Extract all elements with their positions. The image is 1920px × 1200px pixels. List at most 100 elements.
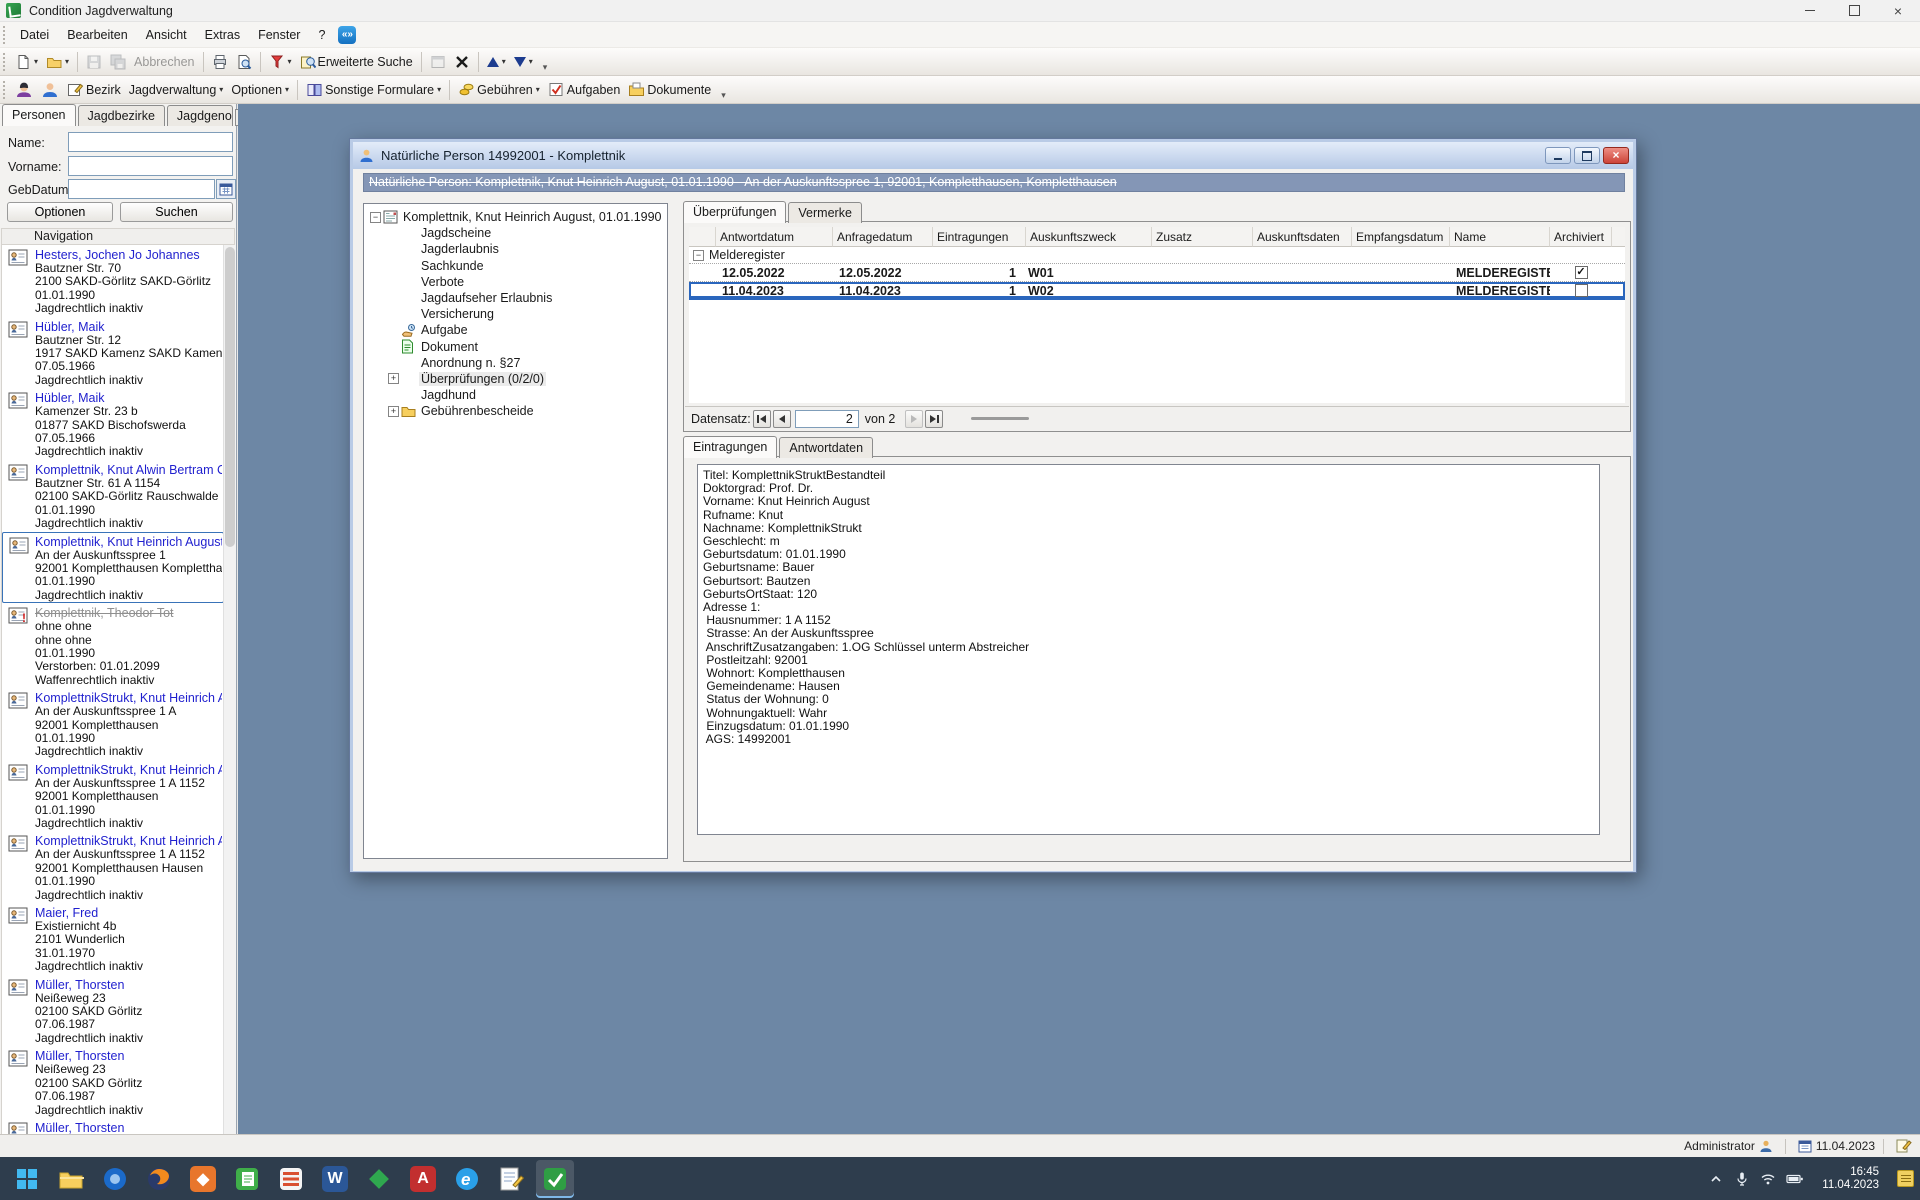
taskbar-clock[interactable]: 16:45 11.04.2023 <box>1822 1166 1879 1192</box>
tree-item[interactable]: Jagdhund <box>364 387 667 403</box>
taskbar-app-internet-explorer[interactable]: e <box>448 1160 486 1198</box>
taskbar-app-acrobat[interactable]: A <box>404 1160 442 1198</box>
menu-datei[interactable]: Datei <box>11 24 58 46</box>
record-slider[interactable] <box>971 417 1029 420</box>
expand-icon[interactable]: + <box>388 406 399 417</box>
person-list-item[interactable]: Hesters, Jochen Jo JohannesBautzner Str.… <box>2 245 224 317</box>
network-icon[interactable] <box>1760 1171 1776 1187</box>
navigate-up-button[interactable]: ▾ <box>483 50 510 74</box>
abbrechen-button[interactable]: Abbrechen <box>130 50 198 74</box>
maximize-button[interactable] <box>1832 0 1876 22</box>
tree-root[interactable]: −Komplettnik, Knut Heinrich August, 01.0… <box>364 209 667 225</box>
person-list-item[interactable]: Müller, ThorstenNeißeweg 2302100 SAKD Gö… <box>2 975 224 1047</box>
dialog-maximize-button[interactable] <box>1574 147 1600 164</box>
taskbar-app-jagdverwaltung[interactable] <box>536 1160 574 1198</box>
menu-help[interactable]: ? <box>309 24 334 46</box>
person-list-scrollbar[interactable] <box>223 245 236 1134</box>
tree-item[interactable]: Dokument <box>364 339 667 355</box>
sonstige-formulare-button[interactable]: Sonstige Formulare ▾ <box>302 78 445 102</box>
teamviewer-icon[interactable]: «» <box>338 26 356 44</box>
person-list-item[interactable]: KomplettnikStrukt, Knut Heinrich AugustA… <box>2 760 224 832</box>
name-input[interactable] <box>68 132 233 152</box>
column-header[interactable]: Antwortdatum <box>716 227 833 247</box>
edit-note-icon[interactable] <box>1896 1138 1912 1154</box>
erweiterte-suche-button[interactable]: Erweiterte Suche <box>296 50 417 74</box>
next-record-button[interactable] <box>905 410 923 428</box>
delete-button[interactable] <box>450 50 474 74</box>
vorname-input[interactable] <box>68 156 233 176</box>
optionen-sidebar-button[interactable]: Optionen <box>7 202 113 222</box>
battery-icon[interactable] <box>1786 1171 1804 1187</box>
tree-item[interactable]: +Gebührenbescheide <box>364 403 667 419</box>
sidebar-tab-jagdbezirke[interactable]: Jagdbezirke <box>78 105 165 126</box>
column-header[interactable]: Archiviert <box>1550 227 1612 247</box>
record-number-field[interactable]: 2 <box>795 410 859 428</box>
person-list-item[interactable]: Maier, FredExistiernicht 4b2101 Wunderli… <box>2 903 224 975</box>
suchen-button[interactable]: Suchen <box>120 202 233 222</box>
tab-lower-0[interactable]: Eintragungen <box>683 436 777 458</box>
print-preview-button[interactable] <box>232 50 256 74</box>
tab-lower-1[interactable]: Antwortdaten <box>779 437 873 458</box>
person-list-item[interactable]: KomplettnikStrukt, Knut Heinrich AugustA… <box>2 688 224 760</box>
tab-upper-0[interactable]: Überprüfungen <box>683 201 786 223</box>
column-header[interactable]: Name <box>1450 227 1550 247</box>
first-record-button[interactable] <box>753 410 771 428</box>
tree-item[interactable]: Anordnung n. §27 <box>364 355 667 371</box>
taskbar-app-word[interactable]: W <box>316 1160 354 1198</box>
person-list-item[interactable]: Hübler, MaikKamenzer Str. 23 b01877 SAKD… <box>2 388 224 460</box>
start-button[interactable] <box>8 1160 46 1198</box>
sidebar-tab-personen[interactable]: Personen <box>2 104 76 126</box>
notification-icon[interactable] <box>1897 1170 1914 1187</box>
new-button[interactable]: ▾ <box>11 50 42 74</box>
expand-icon[interactable]: + <box>388 373 399 384</box>
taskbar-app-app-orange[interactable]: ◆ <box>184 1160 222 1198</box>
toolbar-overflow-icon[interactable]: ▾ <box>543 62 548 75</box>
save-button[interactable] <box>82 50 106 74</box>
taskbar-app-app-diamond[interactable] <box>360 1160 398 1198</box>
person-list-item[interactable]: KomplettnikStrukt, Knut Heinrich AugustA… <box>2 831 224 903</box>
dokumente-button[interactable]: Dokumente <box>624 78 715 102</box>
table-row[interactable]: 12.05.202212.05.20221W01MELDEREGISTER✓ <box>689 264 1625 282</box>
prev-record-button[interactable] <box>773 410 791 428</box>
tree-item[interactable]: Jagderlaubnis <box>364 241 667 257</box>
gebdatum-input[interactable] <box>68 179 215 199</box>
filter-button[interactable]: ▾ <box>265 50 296 74</box>
column-header[interactable]: Auskunftsdaten <box>1253 227 1352 247</box>
taskbar-app-firefox[interactable] <box>140 1160 178 1198</box>
calendar-button[interactable] <box>216 179 236 199</box>
tree-item[interactable]: Jagdaufseher Erlaubnis <box>364 290 667 306</box>
table-row[interactable]: 11.04.202311.04.20231W02MELDEREGISTER <box>689 282 1625 300</box>
table-group-row[interactable]: −Melderegister <box>689 247 1625 264</box>
menu-ansicht[interactable]: Ansicht <box>137 24 196 46</box>
dialog-close-button[interactable]: × <box>1603 147 1629 164</box>
tray-expand-icon[interactable] <box>1708 1171 1724 1187</box>
person-list-item[interactable]: Komplettnik, Knut Heinrich AugustAn der … <box>2 532 224 604</box>
person-button[interactable] <box>37 78 63 102</box>
close-button[interactable]: × <box>1876 0 1920 22</box>
person-list-item[interactable]: Müller, ThorstenNeißeweg 2302100 SAKD Gö… <box>2 1046 224 1118</box>
menu-extras[interactable]: Extras <box>196 24 249 46</box>
dialog-titlebar[interactable]: Natürliche Person 14992001 - Komplettnik… <box>353 142 1633 169</box>
column-header[interactable]: Eintragungen <box>933 227 1026 247</box>
person-list-item[interactable]: !Komplettnik, Theodor Totohne ohneohne o… <box>2 603 224 688</box>
menu-bearbeiten[interactable]: Bearbeiten <box>58 24 136 46</box>
taskbar-app-notepad-green[interactable] <box>228 1160 266 1198</box>
checkbox-unchecked-icon[interactable] <box>1575 284 1588 297</box>
checkbox-checked-icon[interactable]: ✓ <box>1575 266 1588 279</box>
print-button[interactable] <box>208 50 232 74</box>
minimize-button[interactable] <box>1788 0 1832 22</box>
jagdverwaltung-menu[interactable]: Jagdverwaltung ▾ <box>125 78 228 102</box>
open-button[interactable]: ▾ <box>42 50 73 74</box>
optionen-menu[interactable]: Optionen ▾ <box>227 78 293 102</box>
column-header[interactable]: Anfragedatum <box>833 227 933 247</box>
column-header[interactable] <box>689 227 716 247</box>
collapse-icon[interactable]: − <box>693 250 704 261</box>
tab-upper-1[interactable]: Vermerke <box>788 202 862 223</box>
column-header[interactable]: Auskunftszweck <box>1026 227 1152 247</box>
person-list-item[interactable]: Komplettnik, Knut Alwin Bertram ChristBa… <box>2 460 224 532</box>
column-header[interactable]: Zusatz <box>1152 227 1253 247</box>
person-list-item[interactable]: Hübler, MaikBautzner Str. 121917 SAKD Ka… <box>2 317 224 389</box>
tree-item[interactable]: Verbote <box>364 274 667 290</box>
tree-item[interactable]: +Überprüfungen (0/2/0) <box>364 371 667 387</box>
navigate-down-button[interactable]: ▾ <box>510 50 537 74</box>
